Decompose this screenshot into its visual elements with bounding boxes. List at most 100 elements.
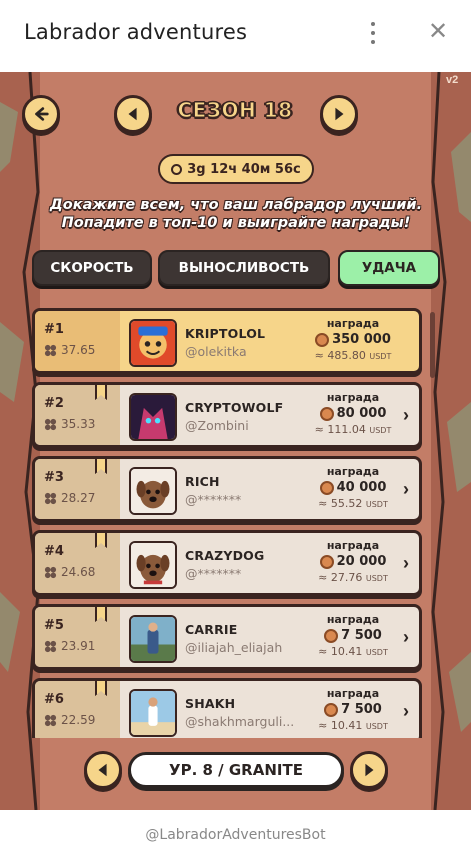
rank: #4 [44,544,64,559]
reward-amount: 7 500 [305,628,401,643]
rank: #3 [44,470,64,485]
window-title: Labrador adventures [24,20,248,44]
leaderboard-row[interactable]: #2 35.33 CRYPTOWOLF @Zombini награда 80 … [32,382,422,448]
clover-icon [44,714,57,726]
luck-score: 24.68 [44,565,95,579]
rank: #6 [44,692,64,707]
season-title: СЕЗОН 18 [177,98,293,123]
prev-season-button[interactable] [114,95,152,133]
player-name: CARRIE [185,622,238,637]
leaderboard-row: #1 37.65 KRIPTOLOL @olekitka награда 350… [32,308,422,374]
dog-avatar [129,541,177,589]
avatar [129,689,177,737]
category-tabs: СКОРОСТЬ ВЫНОСЛИВОСТЬ УДАЧА [32,250,440,286]
reward-label: награда [326,687,380,700]
luck-score: 28.27 [44,491,95,505]
level-label: УР. 8 / GRANITE [128,752,344,788]
player-name: SHAKH [185,696,236,711]
tagline: Докажите всем, что ваш лабрадор лучший. … [30,196,442,232]
rank: #1 [44,322,64,337]
coin-icon [319,554,334,569]
chevron-right-icon[interactable]: › [403,553,409,574]
reward-block: награда 7 500 ≈ 10.41 USDT [305,613,401,658]
player-name: RICH [185,474,220,489]
coin-icon [319,406,334,421]
chevron-right-icon[interactable]: › [403,701,409,722]
reward-usd: ≈ 111.04 USDT [314,423,392,436]
tagline-line-1: Докажите всем, что ваш лабрадор лучший. [49,197,423,213]
reward-usd: ≈ 485.80 USDT [314,349,392,362]
tagline-line-2: Попадите в топ-10 и выиграйте награды! [61,215,411,231]
back-button[interactable] [22,95,60,133]
luck-score: 35.33 [44,417,95,431]
clover-icon [44,566,57,578]
rank: #5 [44,618,64,633]
bot-username[interactable]: @LabradorAdventuresBot [0,810,471,852]
coin-icon [324,628,339,643]
season-timer: 3g 12ч 40м 56c [158,154,314,184]
avatar [129,615,177,663]
triangle-right-icon [335,107,344,121]
luck-score: 22.59 [44,713,95,727]
chevron-right-icon[interactable]: › [403,405,409,426]
leaderboard-row[interactable]: #3 28.27 RICH @******* награда 40 000 ≈ … [32,456,422,522]
reward-amount: 350 000 [305,332,401,347]
avatar [129,319,177,367]
coin-icon [324,702,339,717]
reward-block: награда 80 000 ≈ 111.04 USDT [305,391,401,436]
rank: #2 [44,396,64,411]
tab-endurance[interactable]: ВЫНОСЛИВОСТЬ [158,250,330,286]
chevron-right-icon[interactable]: › [403,627,409,648]
stopwatch-icon [171,163,183,175]
close-icon[interactable]: ✕ [424,18,452,46]
reward-block: награда 40 000 ≈ 55.52 USDT [305,465,401,510]
triangle-right-icon [365,763,374,777]
leaderboard-row[interactable]: #6 22.59 SHAKH @shakhmarguli... награда … [32,678,422,738]
reward-block: награда 7 500 ≈ 10.41 USDT [305,687,401,732]
reward-usd: ≈ 27.76 USDT [318,571,388,584]
version-label: v2 [446,74,459,86]
triangle-left-icon [128,107,137,121]
next-level-button[interactable] [350,751,388,789]
reward-block: награда 20 000 ≈ 27.76 USDT [305,539,401,584]
reward-usd: ≈ 55.52 USDT [318,497,388,510]
tab-speed[interactable]: СКОРОСТЬ [32,250,152,286]
dog-avatar [129,467,177,515]
reward-amount: 7 500 [305,702,401,717]
reward-label: награда [326,317,380,330]
leaderboard-row[interactable]: #4 24.68 CRAZYDOG @******* награда 20 00… [32,530,422,596]
leaderboard-row[interactable]: #5 23.91 CARRIE @iliajah_eliajah награда… [32,604,422,670]
player-name: KRIPTOLOL [185,326,266,341]
clover-icon [44,344,57,356]
timer-text: 3g 12ч 40м 56c [187,161,301,177]
player-handle: @Zombini [185,418,249,433]
player-name: CRAZYDOG [185,548,265,563]
player-handle: @iliajah_eliajah [185,640,283,655]
triangle-left-icon [98,763,107,777]
more-menu-icon[interactable] [364,18,382,48]
luck-score: 37.65 [44,343,95,357]
player-handle: @olekitka [185,344,247,359]
player-handle: @shakhmarguli... [185,714,295,729]
reward-label: награда [326,613,380,626]
coin-icon [319,480,334,495]
reward-amount: 20 000 [305,554,401,569]
prev-level-button[interactable] [84,751,122,789]
arrow-left-icon [35,107,49,121]
clover-icon [44,492,57,504]
reward-label: награда [326,539,380,552]
reward-usd: ≈ 10.41 USDT [318,645,388,658]
leaderboard-list[interactable]: #1 37.65 KRIPTOLOL @olekitka награда 350… [32,308,422,738]
chevron-right-icon[interactable]: › [403,479,409,500]
tab-luck[interactable]: УДАЧА [338,250,440,286]
reward-amount: 40 000 [305,480,401,495]
reward-amount: 80 000 [305,406,401,421]
player-handle: @******* [185,566,242,581]
coin-icon [315,332,330,347]
clover-icon [44,640,57,652]
reward-usd: ≈ 10.41 USDT [318,719,388,732]
player-name: CRYPTOWOLF [185,400,284,415]
next-season-button[interactable] [320,95,358,133]
luck-score: 23.91 [44,639,95,653]
scrollbar-thumb[interactable] [430,312,435,378]
